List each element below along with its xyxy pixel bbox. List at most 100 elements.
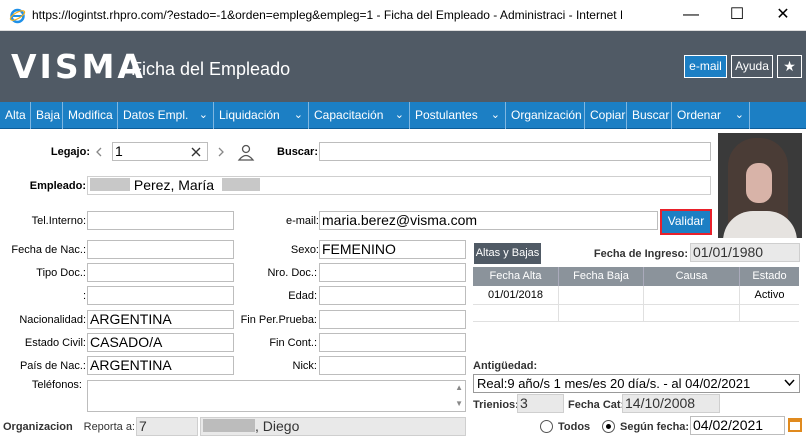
trienios-field: 3 bbox=[517, 394, 564, 413]
fecha-cat-value: 14/10/2008 bbox=[625, 395, 696, 411]
pais-nac-value: ARGENTINA bbox=[90, 357, 172, 373]
cell-causa bbox=[643, 286, 739, 305]
menu-buscar[interactable]: Buscar bbox=[627, 102, 672, 129]
calendar-icon[interactable] bbox=[788, 418, 802, 432]
email-input[interactable]: maria.berez@visma.com bbox=[319, 211, 658, 230]
tipo-doc-input[interactable] bbox=[87, 263, 234, 282]
fecha-ingreso-field: 01/01/1980 bbox=[690, 243, 800, 262]
cell-fecha-baja bbox=[558, 286, 643, 305]
todos-radio[interactable] bbox=[540, 420, 553, 433]
edad-input[interactable] bbox=[319, 286, 466, 305]
antiguedad-label: Antigüedad: bbox=[473, 360, 538, 372]
person-search-icon[interactable] bbox=[237, 143, 255, 161]
estado-civil-value: CASADO/A bbox=[90, 334, 163, 350]
buscar-input[interactable] bbox=[319, 142, 711, 161]
empleado-label: Empleado: bbox=[29, 180, 86, 192]
menu-label: Ordenar bbox=[677, 108, 722, 122]
empty-cell bbox=[643, 305, 739, 322]
menu-postulantes[interactable]: Postulantes ⌄ bbox=[410, 102, 506, 129]
nacionalidad-input[interactable]: ARGENTINA bbox=[87, 310, 234, 329]
menu-organizacion[interactable]: Organización bbox=[506, 102, 585, 129]
col-estado[interactable]: Estado bbox=[739, 267, 799, 286]
legajo-label: Legajo: bbox=[50, 146, 90, 158]
email-value: maria.berez@visma.com bbox=[322, 212, 478, 228]
tel-interno-input[interactable] bbox=[87, 211, 234, 230]
segun-fecha-radio[interactable] bbox=[602, 420, 615, 433]
extra-input[interactable] bbox=[87, 286, 234, 305]
scroll-down-icon[interactable]: ▼ bbox=[455, 397, 463, 411]
menu-datos-empl[interactable]: Datos Empl. ⌄ bbox=[118, 102, 214, 129]
cell-estado: Activo bbox=[739, 286, 799, 305]
previous-record-icon[interactable] bbox=[95, 146, 103, 158]
reporta-name-value: , Diego bbox=[255, 418, 300, 434]
table-header: Fecha Alta Fecha Baja Causa Estado bbox=[473, 267, 799, 286]
maximize-button[interactable]: ☐ bbox=[714, 0, 760, 31]
pais-nac-input[interactable]: ARGENTINA bbox=[87, 356, 234, 375]
redacted-block bbox=[221, 178, 260, 191]
favorite-star-icon[interactable]: ★ bbox=[777, 55, 802, 78]
nacionalidad-label: Nacionalidad: bbox=[19, 314, 86, 326]
redacted-block bbox=[203, 419, 255, 432]
nro-doc-input[interactable] bbox=[319, 263, 466, 282]
menu-bar: Alta Baja Modifica Datos Empl. ⌄ Liquidac… bbox=[0, 102, 806, 129]
col-fecha-baja[interactable]: Fecha Baja bbox=[558, 267, 643, 286]
ayuda-button[interactable]: Ayuda bbox=[731, 55, 773, 78]
todos-label: Todos bbox=[558, 421, 591, 433]
chevron-down-icon: ⌄ bbox=[293, 109, 303, 121]
cell-fecha-alta: 01/01/2018 bbox=[487, 289, 544, 301]
fin-cont-label: Fin Cont.: bbox=[269, 337, 317, 349]
legajo-value: 1 bbox=[115, 143, 123, 159]
employee-photo bbox=[718, 133, 802, 238]
menu-baja[interactable]: Baja bbox=[31, 102, 63, 129]
menu-label: Organización bbox=[511, 108, 582, 122]
internet-explorer-icon bbox=[9, 8, 26, 24]
chevron-down-icon bbox=[784, 379, 795, 387]
fin-prueba-input[interactable] bbox=[319, 310, 466, 329]
fecha-ingreso-value: 01/01/1980 bbox=[693, 244, 764, 260]
menu-label: Postulantes bbox=[415, 108, 478, 122]
photo-face-blurred bbox=[746, 163, 772, 203]
antiguedad-value: Real:9 año/s 1 mes/es 20 día/s. - al 04/… bbox=[477, 376, 751, 391]
window-title: https://logintst.rhpro.com/?estado=-1&or… bbox=[32, 8, 622, 22]
menu-copiar[interactable]: Copiar bbox=[585, 102, 627, 129]
fin-cont-input[interactable] bbox=[319, 333, 466, 352]
scroll-up-icon[interactable]: ▲ bbox=[455, 381, 463, 395]
window-titlebar: https://logintst.rhpro.com/?estado=-1&or… bbox=[0, 0, 806, 31]
col-causa[interactable]: Causa bbox=[643, 267, 739, 286]
menu-capacitacion[interactable]: Capacitación ⌄ bbox=[309, 102, 410, 129]
close-window-button[interactable]: ✕ bbox=[760, 0, 806, 31]
trienios-value: 3 bbox=[520, 395, 528, 411]
fecha-cat-field: 14/10/2008 bbox=[622, 394, 720, 413]
chevron-down-icon: ⌄ bbox=[198, 109, 208, 121]
empleado-value: Perez, María bbox=[133, 177, 215, 193]
chevron-down-icon: ⌄ bbox=[394, 109, 404, 121]
validar-button[interactable]: Validar bbox=[660, 209, 712, 235]
segun-fecha-value: 04/02/2021 bbox=[693, 417, 764, 433]
telefonos-textarea[interactable]: ▲ ▼ bbox=[87, 380, 466, 412]
estado-civil-input[interactable]: CASADO/A bbox=[87, 333, 234, 352]
nick-input[interactable] bbox=[319, 356, 466, 375]
menu-alta[interactable]: Alta bbox=[0, 102, 31, 129]
menu-modifica[interactable]: Modifica bbox=[63, 102, 118, 129]
chevron-down-icon: ⌄ bbox=[734, 109, 744, 121]
menu-liquidacion[interactable]: Liquidación ⌄ bbox=[214, 102, 309, 129]
antiguedad-select[interactable]: Real:9 año/s 1 mes/es 20 día/s. - al 04/… bbox=[473, 374, 800, 393]
segun-fecha-input[interactable]: 04/02/2021 bbox=[690, 416, 785, 435]
clear-legajo-icon[interactable] bbox=[191, 147, 201, 157]
email-button[interactable]: e-mail bbox=[684, 55, 727, 78]
next-record-icon[interactable] bbox=[217, 146, 225, 158]
sexo-label: Sexo: bbox=[290, 244, 319, 256]
sexo-input[interactable]: FEMENINO bbox=[319, 240, 466, 259]
minimize-button[interactable]: — bbox=[668, 0, 714, 31]
col-fecha-alta[interactable]: Fecha Alta bbox=[473, 267, 558, 286]
fecha-nac-input[interactable] bbox=[87, 240, 234, 259]
menu-ordenar[interactable]: Ordenar ⌄ bbox=[672, 102, 750, 129]
pais-nac-label: País de Nac.: bbox=[19, 360, 86, 372]
estado-civil-label: Estado Civil: bbox=[24, 337, 86, 349]
altas-bajas-button[interactable]: Altas y Bajas bbox=[474, 243, 541, 264]
table-row[interactable]: 01/01/2018 Activo bbox=[473, 286, 799, 305]
telefonos-label: Teléfonos: bbox=[31, 379, 82, 391]
menu-label: Alta bbox=[5, 108, 26, 122]
altas-bajas-table: Fecha Alta Fecha Baja Causa Estado 01/01… bbox=[473, 267, 799, 322]
fecha-cat-label: Fecha Cat: bbox=[568, 399, 625, 411]
